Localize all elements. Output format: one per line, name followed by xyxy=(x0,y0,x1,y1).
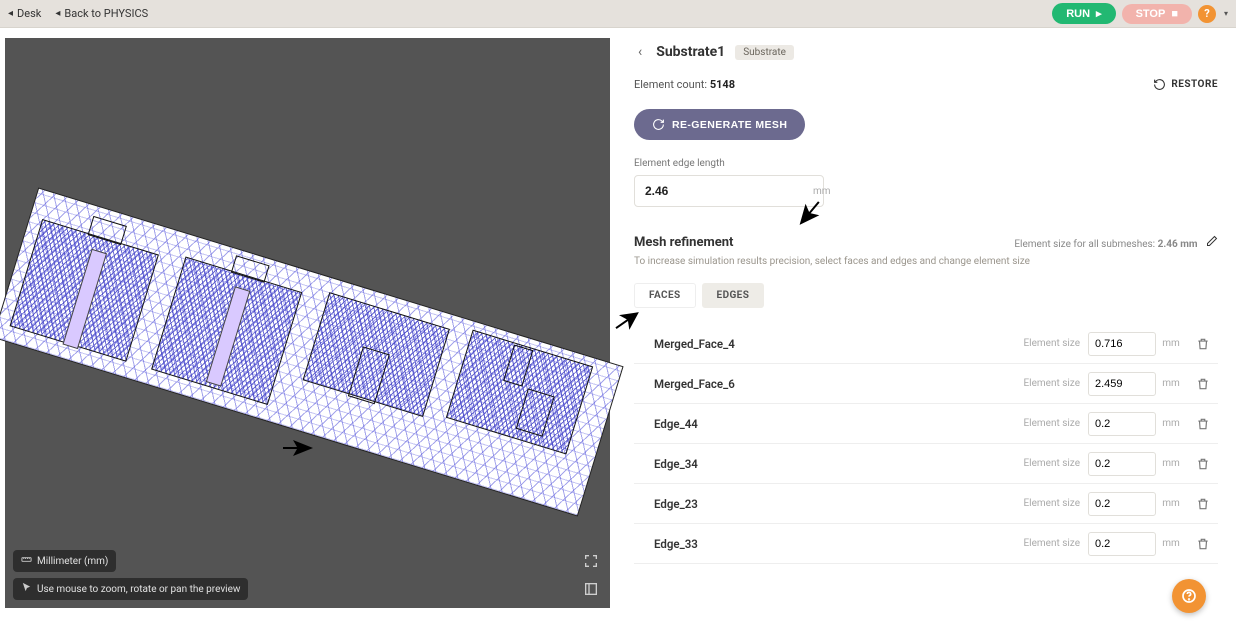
edit-submesh-button[interactable] xyxy=(1206,239,1218,250)
back-to-physics-link[interactable]: ◂ Back to PHYSICS xyxy=(55,7,148,20)
refinement-name: Merged_Face_6 xyxy=(634,377,1023,391)
pencil-icon xyxy=(1206,235,1218,247)
delete-row-button[interactable] xyxy=(1192,413,1214,435)
help-button[interactable]: ? xyxy=(1198,5,1216,23)
refinement-name: Merged_Face_4 xyxy=(634,337,1023,351)
delete-row-button[interactable] xyxy=(1192,493,1214,515)
floating-help-button[interactable] xyxy=(1172,579,1206,613)
regenerate-label: RE-GENERATE MESH xyxy=(672,119,787,131)
desk-link[interactable]: ◂ Desk xyxy=(8,7,41,20)
element-size-label: Element size xyxy=(1023,498,1080,509)
element-size-unit: mm xyxy=(1156,498,1186,509)
regenerate-mesh-button[interactable]: RE-GENERATE MESH xyxy=(634,109,805,140)
element-size-input[interactable] xyxy=(1088,372,1156,396)
element-size-unit: mm xyxy=(1156,418,1186,429)
trash-icon xyxy=(1196,537,1210,551)
element-size-label: Element size xyxy=(1023,378,1080,389)
restore-button[interactable]: RESTORE xyxy=(1153,78,1218,91)
refinement-name: Edge_44 xyxy=(634,417,1023,431)
stop-icon: ■ xyxy=(1171,8,1178,20)
units-label: Millimeter (mm) xyxy=(37,556,108,567)
properties-panel: ‹ Substrate1 Substrate Element count: 51… xyxy=(610,28,1236,625)
panel-back-button[interactable]: ‹ xyxy=(634,42,646,62)
edge-length-field[interactable]: mm xyxy=(634,175,824,207)
refinement-row: Edge_23 Element size mm xyxy=(634,484,1218,524)
mesh-viewport[interactable]: Millimeter (mm) Use mouse to zoom, rotat… xyxy=(5,38,610,608)
trash-icon xyxy=(1196,337,1210,351)
delete-row-button[interactable] xyxy=(1192,373,1214,395)
stop-label: STOP xyxy=(1136,8,1166,20)
element-size-unit: mm xyxy=(1156,538,1186,549)
tab-faces[interactable]: FACES xyxy=(634,283,696,308)
element-size-input[interactable] xyxy=(1088,412,1156,436)
delete-row-button[interactable] xyxy=(1192,533,1214,555)
panel-title: Substrate1 xyxy=(656,44,725,60)
delete-row-button[interactable] xyxy=(1192,333,1214,355)
element-size-input[interactable] xyxy=(1088,492,1156,516)
substrate-badge: Substrate xyxy=(735,45,794,60)
viewport-footer: Millimeter (mm) Use mouse to zoom, rotat… xyxy=(13,550,248,600)
fit-view-button[interactable] xyxy=(580,550,602,572)
viewport-hint: Use mouse to zoom, rotate or pan the pre… xyxy=(13,578,248,600)
refinement-row: Merged_Face_6 Element size mm xyxy=(634,364,1218,404)
delete-row-button[interactable] xyxy=(1192,453,1214,475)
stop-button[interactable]: STOP ■ xyxy=(1122,4,1192,24)
element-size-input[interactable] xyxy=(1088,452,1156,476)
element-count-value: 5148 xyxy=(710,78,735,91)
units-chip[interactable]: Millimeter (mm) xyxy=(13,550,116,572)
element-size-label: Element size xyxy=(1023,458,1080,469)
element-size-label: Element size xyxy=(1023,418,1080,429)
submesh-note: Element size for all submeshes: 2.46 mm xyxy=(1014,235,1218,250)
arrow-left-icon: ◂ xyxy=(55,8,60,19)
restore-label: RESTORE xyxy=(1171,79,1218,90)
cursor-icon xyxy=(21,582,32,596)
mesh-refinement-title: Mesh refinement xyxy=(634,235,733,250)
ruler-icon xyxy=(21,554,32,568)
element-size-unit: mm xyxy=(1156,458,1186,469)
element-count: Element count: 5148 xyxy=(634,78,735,91)
refinement-name: Edge_34 xyxy=(634,457,1023,471)
annotation-arrow-icon xyxy=(283,433,313,463)
arrow-left-icon: ◂ xyxy=(8,8,13,19)
element-count-label: Element count: xyxy=(634,78,707,91)
trash-icon xyxy=(1196,377,1210,391)
edge-length-input[interactable] xyxy=(645,184,805,198)
element-size-label: Element size xyxy=(1023,338,1080,349)
expand-view-button[interactable] xyxy=(580,578,602,600)
help-icon xyxy=(1181,588,1197,604)
restore-icon xyxy=(1153,78,1166,91)
back-label: Back to PHYSICS xyxy=(64,7,148,20)
refinement-row: Edge_33 Element size mm xyxy=(634,524,1218,564)
refinement-row: Edge_44 Element size mm xyxy=(634,404,1218,444)
tab-edges[interactable]: EDGES xyxy=(702,283,765,308)
play-icon: ▸ xyxy=(1096,7,1102,20)
element-size-label: Element size xyxy=(1023,538,1080,549)
refinement-list: Merged_Face_4 Element size mm Merged_Fac… xyxy=(634,324,1218,564)
edge-length-label: Element edge length xyxy=(634,158,1218,169)
hint-label: Use mouse to zoom, rotate or pan the pre… xyxy=(37,584,240,595)
refinement-tabs: FACES EDGES xyxy=(634,283,1218,308)
refinement-row: Edge_34 Element size mm xyxy=(634,444,1218,484)
run-label: RUN xyxy=(1066,8,1090,20)
desk-label: Desk xyxy=(17,7,41,20)
element-size-input[interactable] xyxy=(1088,332,1156,356)
refinement-help-text: To increase simulation results precision… xyxy=(634,256,1218,267)
element-size-input[interactable] xyxy=(1088,532,1156,556)
run-button[interactable]: RUN ▸ xyxy=(1052,3,1115,24)
mesh-geometry xyxy=(0,188,622,515)
refinement-name: Edge_23 xyxy=(634,497,1023,511)
edge-length-unit: mm xyxy=(813,186,831,197)
refinement-row: Merged_Face_4 Element size mm xyxy=(634,324,1218,364)
element-size-unit: mm xyxy=(1156,378,1186,389)
topbar: ◂ Desk ◂ Back to PHYSICS RUN ▸ STOP ■ ? … xyxy=(0,0,1236,28)
main: Millimeter (mm) Use mouse to zoom, rotat… xyxy=(0,28,1236,625)
trash-icon xyxy=(1196,457,1210,471)
caret-down-icon[interactable]: ▾ xyxy=(1224,9,1228,18)
trash-icon xyxy=(1196,417,1210,431)
refinement-name: Edge_33 xyxy=(634,537,1023,551)
element-size-unit: mm xyxy=(1156,338,1186,349)
trash-icon xyxy=(1196,497,1210,511)
refresh-icon xyxy=(652,118,665,131)
